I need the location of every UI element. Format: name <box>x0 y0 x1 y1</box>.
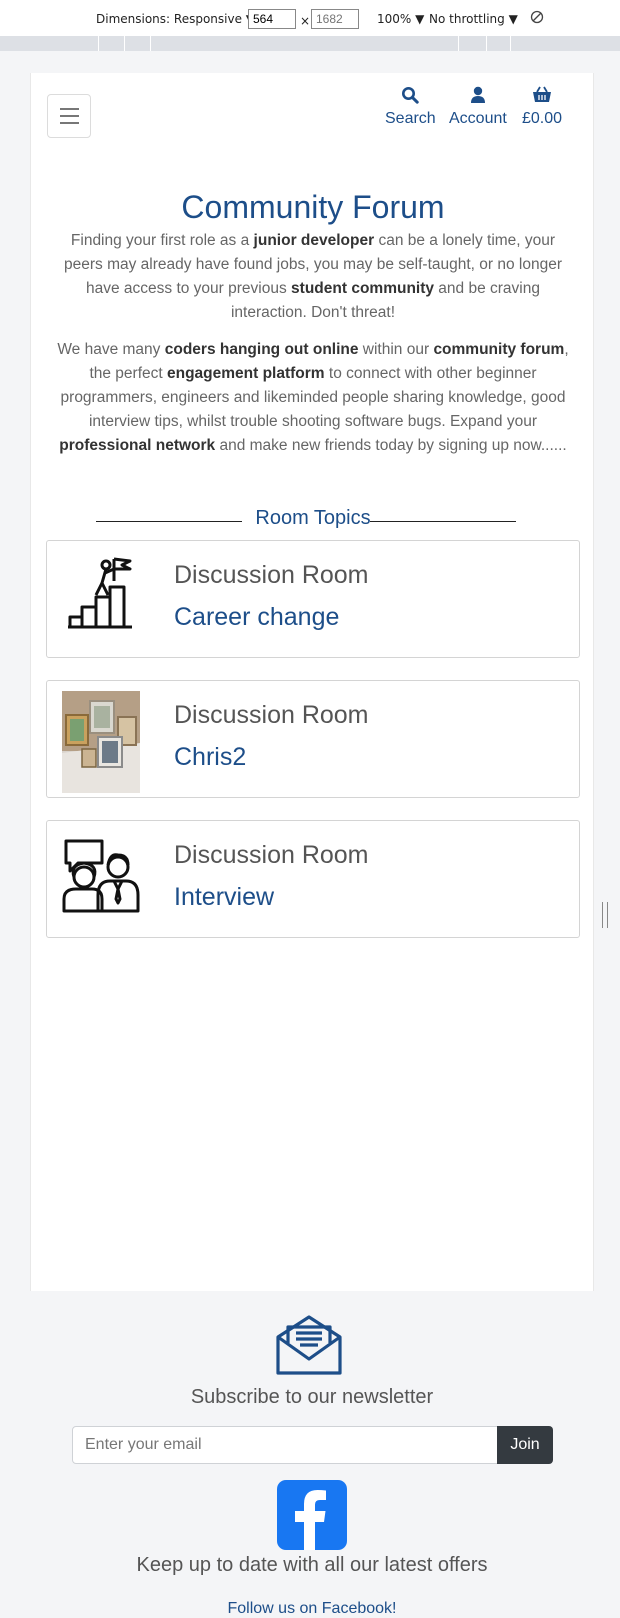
room-name[interactable]: Interview <box>174 883 274 912</box>
join-button[interactable]: Join <box>497 1426 553 1464</box>
facebook-follow-link[interactable]: Follow us on Facebook! <box>30 1600 594 1618</box>
newsletter-email-input[interactable] <box>72 1426 498 1464</box>
room-name[interactable]: Career change <box>174 603 339 632</box>
person-climbing-stairs-flag-icon <box>62 555 140 633</box>
zoom-dropdown[interactable]: 100% ▼ <box>377 12 424 26</box>
room-topics-heading: Room Topics <box>31 507 595 530</box>
resize-handle[interactable] <box>602 902 608 928</box>
dimensions-label: Dimensions: Responsive <box>96 12 242 26</box>
throttling-dropdown[interactable]: No throttling ▼ <box>429 12 518 26</box>
basket-total: £0.00 <box>522 110 563 127</box>
user-icon <box>449 86 507 108</box>
room-card-chris2[interactable]: Discussion Room Chris2 <box>46 680 580 798</box>
intro-paragraph-2: We have many coders hanging out online w… <box>57 341 569 454</box>
facebook-icon[interactable] <box>277 1480 347 1550</box>
room-kicker: Discussion Room <box>174 701 369 729</box>
search-icon <box>385 86 436 108</box>
account-label: Account <box>449 110 507 127</box>
newsletter-title: Subscribe to our newsletter <box>190 1386 434 1408</box>
room-kicker: Discussion Room <box>174 841 369 869</box>
times-symbol: × <box>300 14 311 28</box>
room-card-interview[interactable]: Discussion Room Interview <box>46 820 580 938</box>
search-label: Search <box>385 110 436 127</box>
height-input[interactable] <box>311 9 359 29</box>
offers-text: Keep up to date with all our latest offe… <box>136 1554 488 1576</box>
rotate-icon[interactable] <box>530 10 544 27</box>
basket-nav-link[interactable]: £0.00 <box>522 86 562 128</box>
heading-divider-right <box>370 521 516 522</box>
devtools-toolbar: Dimensions: Responsive ▼ × 100% ▼ No thr… <box>0 0 620 37</box>
room-kicker: Discussion Room <box>174 561 369 589</box>
photo-frames-thumbnail <box>62 691 140 793</box>
zoom-label: 100% <box>377 12 412 26</box>
room-card-career-change[interactable]: Discussion Room Career change <box>46 540 580 658</box>
throttling-label: No throttling <box>429 12 505 26</box>
footer: Subscribe to our newsletter Join Keep up… <box>30 1291 594 1617</box>
hamburger-menu-button[interactable] <box>47 94 91 138</box>
width-input[interactable] <box>248 9 296 29</box>
intro-paragraph-1: Finding your first role as a junior deve… <box>63 232 562 321</box>
interview-people-speech-icon <box>62 835 140 913</box>
shopping-basket-icon <box>522 86 562 108</box>
search-nav-link[interactable]: Search <box>385 86 436 128</box>
page: Search Account £0.00 Community Forum Fin… <box>30 73 594 1291</box>
room-topics-label: Room Topics <box>255 507 371 529</box>
account-nav-link[interactable]: Account <box>449 86 507 128</box>
dimensions-dropdown[interactable]: Dimensions: Responsive ▼ <box>96 12 255 26</box>
envelope-letter-icon <box>276 1315 342 1380</box>
media-query-ruler <box>0 36 620 51</box>
page-title: Community Forum <box>181 189 445 225</box>
room-name[interactable]: Chris2 <box>174 743 246 772</box>
heading-divider-left <box>96 521 242 522</box>
